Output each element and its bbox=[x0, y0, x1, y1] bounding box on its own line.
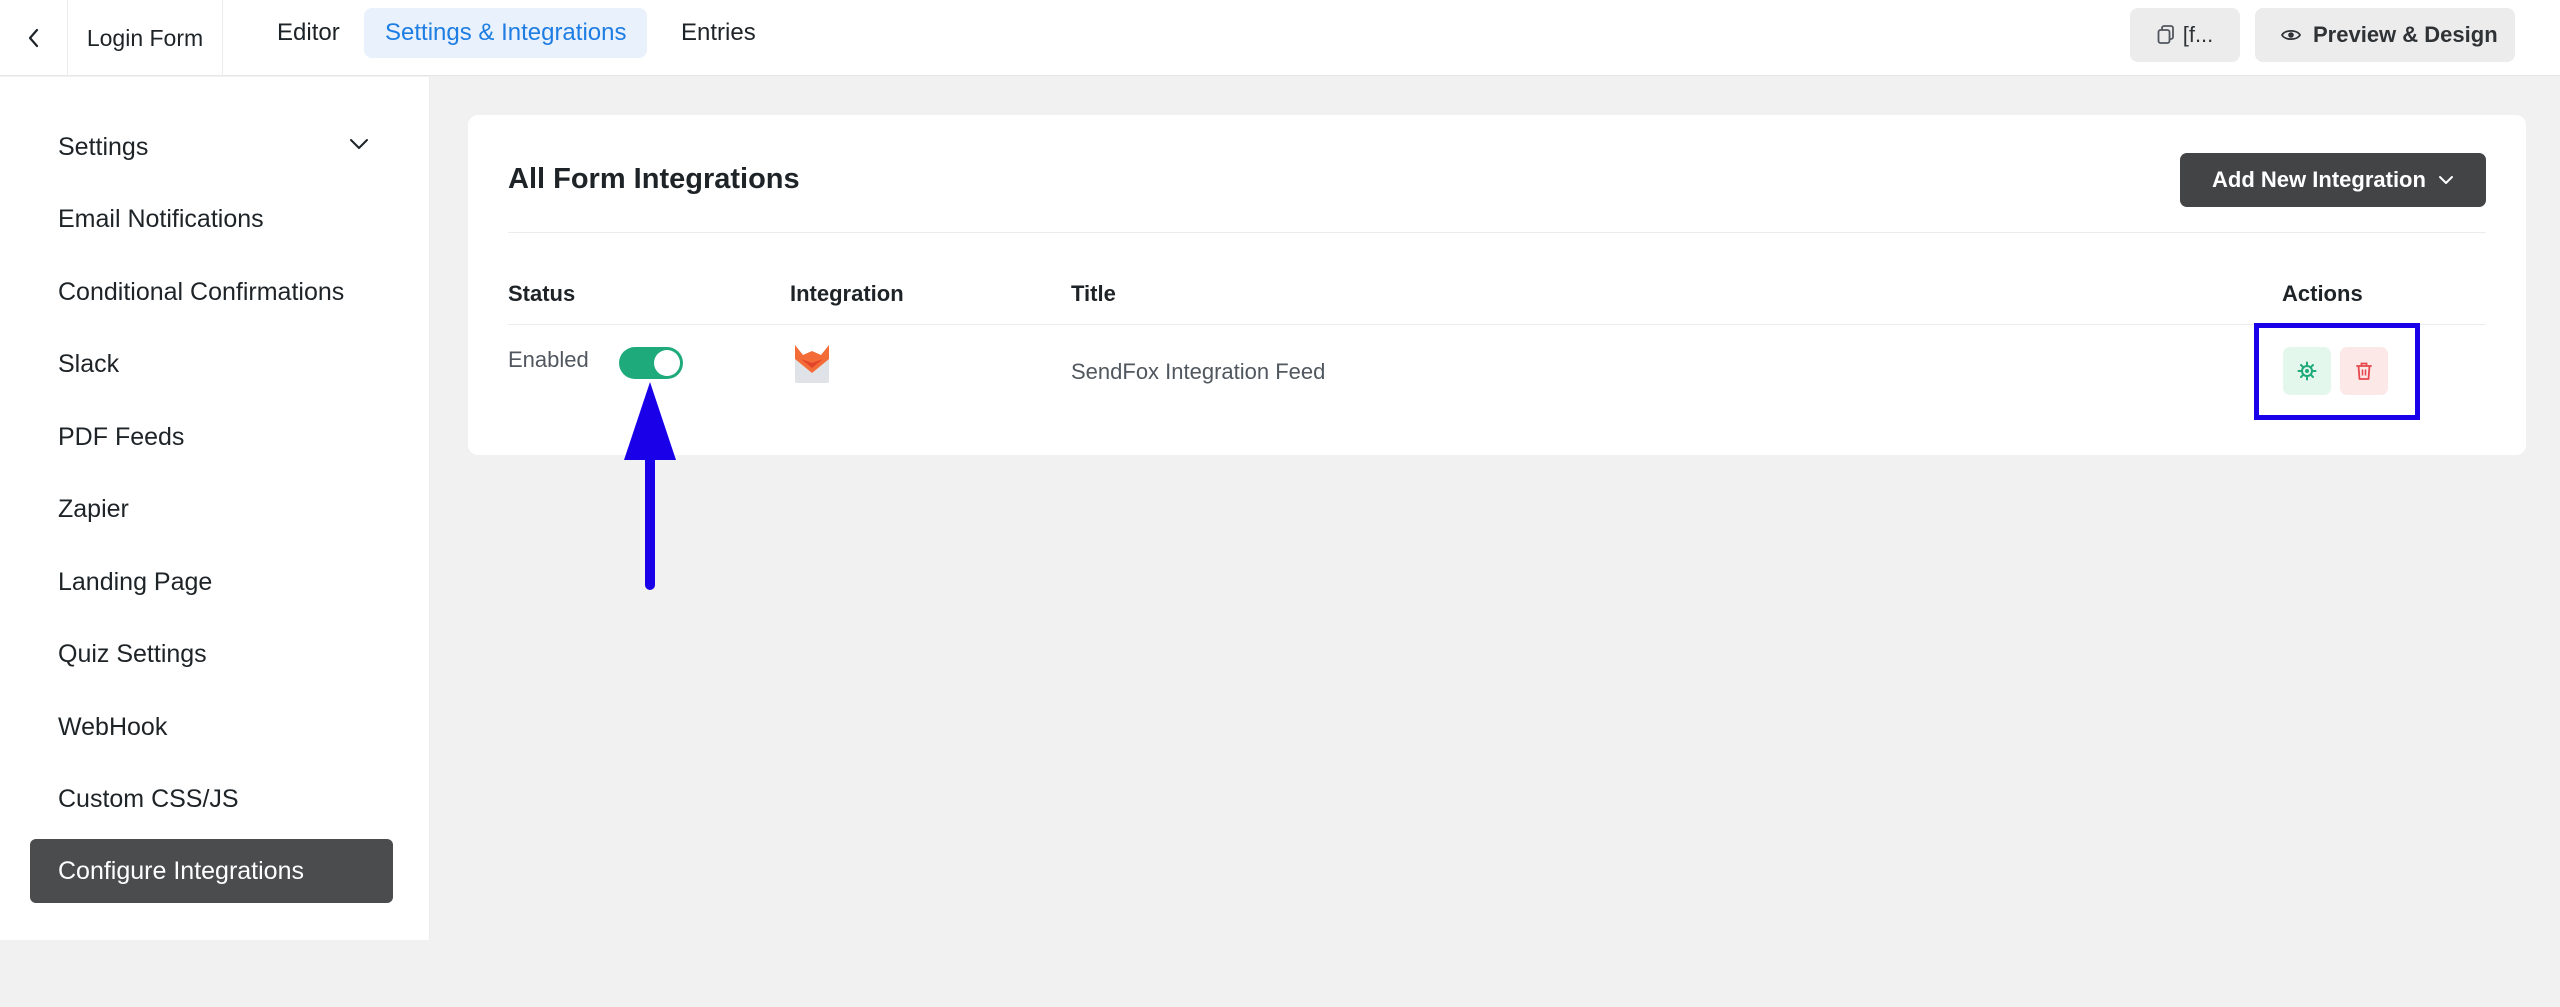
sidebar-item-label: Landing Page bbox=[58, 567, 213, 596]
sidebar-item-quiz-settings[interactable]: Quiz Settings bbox=[30, 622, 393, 686]
divider bbox=[508, 324, 2486, 325]
sidebar-item-label: Conditional Confirmations bbox=[58, 277, 345, 306]
sidebar-item-slack[interactable]: Slack bbox=[30, 332, 393, 396]
toggle-knob bbox=[654, 350, 680, 376]
sidebar-item-webhook[interactable]: WebHook bbox=[30, 695, 393, 759]
add-new-integration-button[interactable]: Add New Integration bbox=[2180, 153, 2486, 207]
sidebar-item-pdf-feeds[interactable]: PDF Feeds bbox=[30, 405, 393, 469]
annotation-arrow-icon bbox=[624, 382, 676, 590]
chevron-down-icon bbox=[350, 139, 368, 149]
status-label: Enabled bbox=[508, 347, 589, 372]
preview-design-button[interactable]: Preview & Design bbox=[2255, 8, 2515, 62]
sidebar-item-settings[interactable]: Settings bbox=[30, 115, 393, 179]
tab-editor[interactable]: Editor bbox=[256, 8, 361, 58]
integration-title: SendFox Integration Feed bbox=[1071, 359, 1326, 384]
settings-sidebar: Settings Email Notifications Conditional… bbox=[0, 77, 430, 940]
sidebar-item-label: Configure Integrations bbox=[58, 856, 304, 885]
preview-design-label: Preview & Design bbox=[2313, 22, 2498, 47]
column-header-status: Status bbox=[508, 281, 576, 306]
sidebar-item-configure-integrations[interactable]: Configure Integrations bbox=[30, 839, 393, 903]
sidebar-item-label: WebHook bbox=[58, 712, 168, 741]
sidebar-item-label: Email Notifications bbox=[58, 204, 264, 233]
add-new-integration-label: Add New Integration bbox=[2212, 167, 2426, 192]
sendfox-logo-icon bbox=[795, 345, 829, 383]
top-bar: Login Form Editor Settings & Integration… bbox=[0, 0, 2560, 76]
sidebar-item-conditional-confirmations[interactable]: Conditional Confirmations bbox=[30, 260, 393, 324]
eye-icon bbox=[2281, 29, 2301, 41]
tab-entries[interactable]: Entries bbox=[660, 8, 777, 58]
sidebar-item-label: Slack bbox=[58, 349, 120, 378]
tab-settings-integrations[interactable]: Settings & Integrations bbox=[364, 8, 648, 58]
column-header-actions: Actions bbox=[2282, 281, 2363, 306]
shortcode-copy-button[interactable]: [f... bbox=[2130, 8, 2240, 62]
page-title: All Form Integrations bbox=[508, 163, 800, 195]
column-header-integration: Integration bbox=[790, 281, 904, 306]
chevron-left-icon bbox=[28, 28, 38, 48]
form-name: Login Form bbox=[68, 0, 223, 76]
chevron-down-icon bbox=[2438, 176, 2453, 184]
sidebar-item-label: Settings bbox=[58, 132, 149, 161]
shortcode-label: [f... bbox=[2182, 22, 2214, 47]
annotation-highlight-box bbox=[2254, 323, 2420, 420]
integrations-card: All Form Integrations Add New Integratio… bbox=[468, 115, 2526, 455]
sidebar-item-label: PDF Feeds bbox=[58, 422, 185, 451]
sidebar-item-landing-page[interactable]: Landing Page bbox=[30, 550, 393, 614]
sidebar-item-email-notifications[interactable]: Email Notifications bbox=[30, 187, 393, 251]
divider bbox=[508, 232, 2486, 233]
status-toggle[interactable] bbox=[619, 347, 683, 379]
sidebar-item-zapier[interactable]: Zapier bbox=[30, 477, 393, 541]
copy-icon bbox=[2157, 25, 2174, 44]
sidebar-item-label: Zapier bbox=[58, 494, 129, 523]
back-button[interactable] bbox=[0, 0, 68, 76]
sidebar-item-label: Quiz Settings bbox=[58, 639, 207, 668]
column-header-title: Title bbox=[1071, 281, 1116, 306]
sidebar-item-custom-css-js[interactable]: Custom CSS/JS bbox=[30, 767, 393, 831]
sidebar-item-label: Custom CSS/JS bbox=[58, 784, 239, 813]
